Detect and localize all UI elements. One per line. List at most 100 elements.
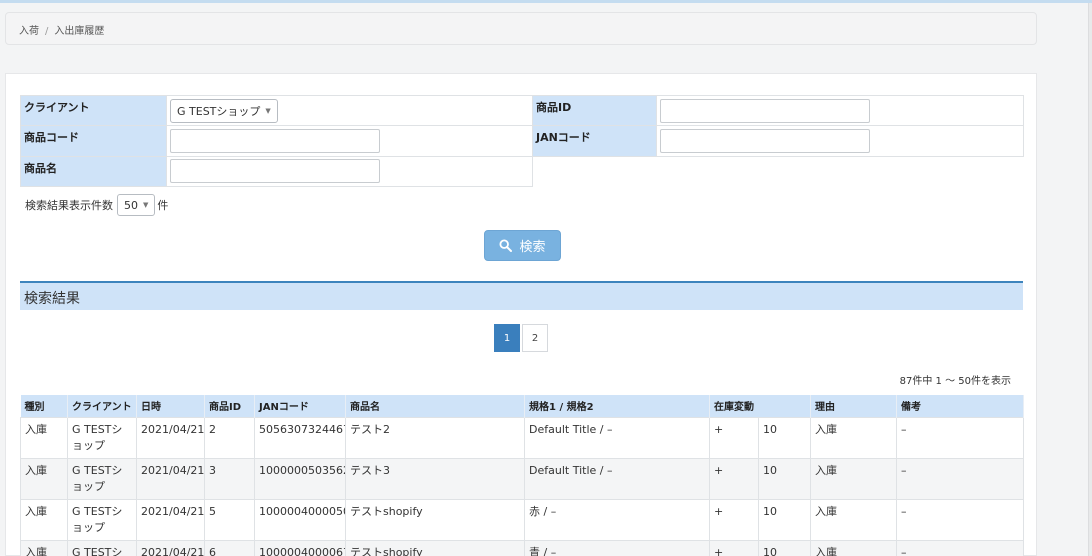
page-1-button[interactable]: 1 (494, 324, 520, 352)
per-page-label: 検索結果表示件数 (25, 199, 113, 212)
product-code-cell (166, 125, 533, 157)
results-header-row: 種別 クライアント 日時 商品ID JANコード 商品名 規格1 / 規格2 在… (20, 395, 1024, 417)
table-row: 入庫 G TESTショップ 2021/04/21 5 1000004000050… (20, 498, 1024, 541)
col-reason[interactable]: 理由 (810, 395, 897, 417)
breadcrumb: 入荷 / 入出庫履歴 (5, 12, 1037, 45)
cell-type: 入庫 (20, 457, 68, 500)
cell-product-id: 2 (204, 416, 255, 459)
cell-product-name: テストshopify (345, 498, 525, 541)
per-page-select[interactable]: 50 ▼ (117, 194, 156, 216)
empty-cell (532, 155, 1024, 187)
product-id-cell (656, 94, 1024, 127)
page-2-button[interactable]: 2 (522, 324, 548, 352)
results-heading: 検索結果 (20, 281, 1023, 310)
cell-date: 2021/04/21 (136, 498, 205, 541)
result-count: 87件中 1 ～ 50件を表示 (899, 376, 1011, 387)
product-name-cell (166, 155, 533, 188)
per-page-setting: 検索結果表示件数 50 ▼ 件 (25, 194, 168, 216)
col-product-id[interactable]: 商品ID (204, 395, 255, 417)
chevron-down-icon: ▼ (265, 106, 271, 115)
cell-client: G TESTショップ (67, 457, 137, 500)
window-scrollbar[interactable] (1088, 3, 1092, 556)
cell-date: 2021/04/21 (136, 457, 205, 500)
product-name-label: 商品名 (20, 155, 167, 188)
search-button-label: 検索 (519, 240, 546, 255)
col-jan[interactable]: JANコード (254, 395, 346, 417)
cell-date: 2021/04/21 (136, 539, 205, 556)
cell-type: 入庫 (20, 539, 68, 556)
search-button[interactable]: 検索 (484, 230, 561, 261)
per-page-suffix: 件 (157, 199, 169, 212)
cell-spec: Default Title / – (524, 457, 710, 500)
pagination: 1 2 (494, 324, 548, 352)
client-label: クライアント (20, 94, 167, 127)
cell-sign: + (709, 416, 759, 459)
col-type[interactable]: 種別 (20, 395, 68, 417)
cell-product-name: テスト3 (345, 457, 525, 500)
col-spec[interactable]: 規格1 / 規格2 (524, 395, 710, 417)
search-form: クライアント G TESTショップ ▼ 商品ID 商品コード JANコード 商品… (20, 94, 1024, 188)
per-page-value: 50 (124, 198, 138, 212)
cell-client: G TESTショップ (67, 539, 137, 556)
cell-reason: 入庫 (810, 416, 897, 459)
cell-sign: + (709, 457, 759, 500)
cell-spec: 赤 / – (524, 498, 710, 541)
cell-type: 入庫 (20, 416, 68, 459)
product-id-input[interactable] (660, 98, 870, 123)
cell-client: G TESTショップ (67, 498, 137, 541)
cell-product-name: テスト2 (345, 416, 525, 459)
cell-spec: 青 / – (524, 539, 710, 556)
product-code-input[interactable] (170, 128, 380, 153)
client-select[interactable]: G TESTショップ ▼ (170, 98, 278, 123)
cell-spec: Default Title / – (524, 416, 710, 459)
cell-qty: 10 (758, 457, 811, 500)
product-name-input[interactable] (170, 159, 380, 184)
cell-type: 入庫 (20, 498, 68, 541)
product-id-label: 商品ID (532, 94, 657, 127)
chevron-down-icon: ▼ (143, 201, 149, 209)
col-date[interactable]: 日時 (136, 395, 205, 417)
cell-note: – (896, 457, 1024, 500)
cell-product-id: 3 (204, 457, 255, 500)
table-row: 入庫 G TESTショップ 2021/04/21 3 1000000503562… (20, 457, 1024, 500)
cell-sign: + (709, 539, 759, 556)
cell-qty: 10 (758, 498, 811, 541)
product-code-label: 商品コード (20, 125, 167, 157)
cell-qty: 10 (758, 539, 811, 556)
client-cell: G TESTショップ ▼ (166, 94, 533, 127)
cell-reason: 入庫 (810, 457, 897, 500)
top-accent-line (0, 0, 1092, 3)
jan-code-cell (656, 125, 1024, 157)
col-note[interactable]: 備考 (896, 395, 1024, 417)
table-row: 入庫 G TESTショップ 2021/04/21 6 1000004000067… (20, 539, 1024, 556)
cell-jan: 5056307324467 (254, 416, 346, 459)
cell-qty: 10 (758, 416, 811, 459)
cell-note: – (896, 416, 1024, 459)
table-row: 入庫 G TESTショップ 2021/04/21 2 5056307324467… (20, 416, 1024, 459)
cell-product-id: 6 (204, 539, 255, 556)
cell-note: – (896, 539, 1024, 556)
cell-client: G TESTショップ (67, 416, 137, 459)
jan-code-label: JANコード (532, 125, 657, 157)
main-panel: クライアント G TESTショップ ▼ 商品ID 商品コード JANコード 商品… (5, 73, 1037, 556)
breadcrumb-item-history: 入出庫履歴 (54, 26, 105, 37)
col-product-name[interactable]: 商品名 (345, 395, 525, 417)
search-icon (499, 239, 513, 252)
cell-reason: 入庫 (810, 539, 897, 556)
cell-jan: 1000000503562 (254, 457, 346, 500)
cell-product-name: テストshopify (345, 539, 525, 556)
client-select-value: G TESTショップ (177, 104, 261, 118)
cell-sign: + (709, 498, 759, 541)
cell-jan: 1000004000067 (254, 539, 346, 556)
cell-jan: 1000004000050 (254, 498, 346, 541)
breadcrumb-separator: / (45, 26, 49, 37)
jan-code-input[interactable] (660, 128, 870, 153)
breadcrumb-item-arrival[interactable]: 入荷 (19, 26, 39, 37)
col-client[interactable]: クライアント (67, 395, 137, 417)
col-stock-change[interactable]: 在庫変動 (709, 395, 811, 417)
cell-product-id: 5 (204, 498, 255, 541)
results-table: 種別 クライアント 日時 商品ID JANコード 商品名 規格1 / 規格2 在… (20, 395, 1024, 556)
cell-reason: 入庫 (810, 498, 897, 541)
cell-note: – (896, 498, 1024, 541)
cell-date: 2021/04/21 (136, 416, 205, 459)
